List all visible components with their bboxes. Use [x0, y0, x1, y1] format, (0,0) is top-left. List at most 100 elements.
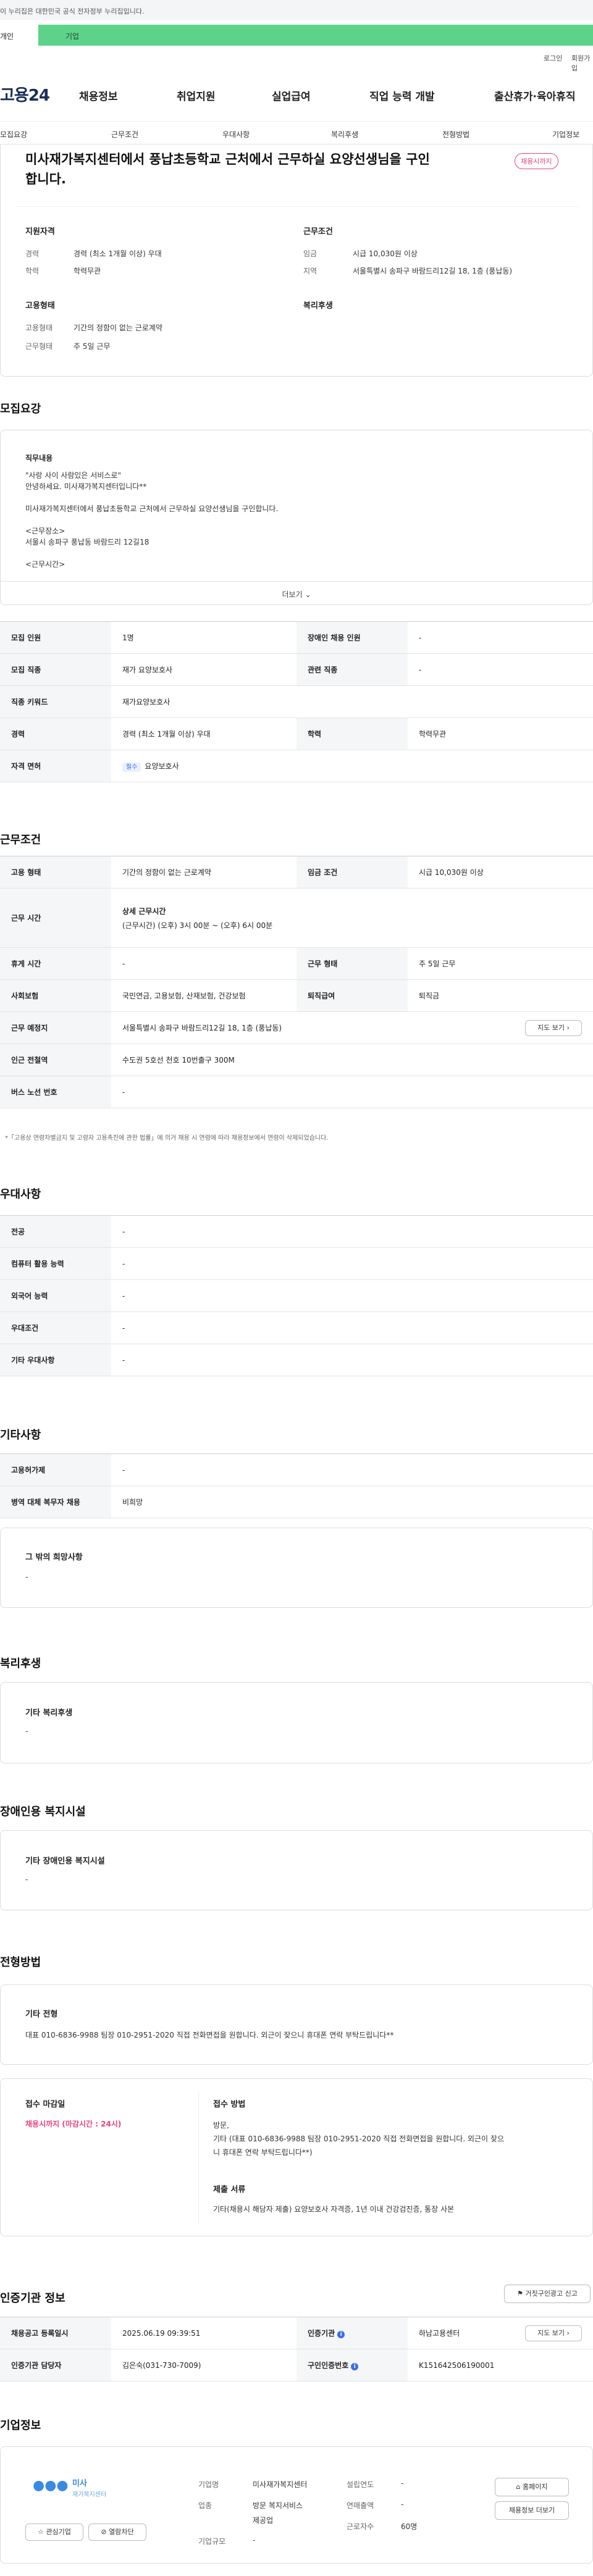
gnb-item-unemployment[interactable]: 실업급여 [272, 88, 311, 103]
chevron-right-icon: › [566, 1024, 570, 1032]
subnav-conditions[interactable]: 근무조건 [111, 129, 138, 140]
chevron-down-icon: ⌄ [305, 590, 311, 599]
home-icon: ⌂ [516, 2483, 521, 2491]
table-row: 기타 우대사항 - [0, 1344, 593, 1376]
region-label: 지역 [303, 267, 318, 275]
info-icon[interactable]: i [337, 2331, 345, 2338]
table-row: 외국어 능력 - [0, 1279, 593, 1312]
company-card: ●●● 미사 재가복지센터 ☆ 관심기업 ⊘ 열람차단 기업명 미사재가복지센터… [0, 2446, 593, 2564]
education-label: 학력 [25, 267, 40, 275]
duty-heading: 직무내용 [25, 454, 53, 462]
homepage-button[interactable]: ⌂ 홈페이지 [495, 2478, 569, 2496]
join-link[interactable]: 회원가입 [571, 53, 593, 73]
workform-label: 근무형태 [25, 342, 53, 351]
cert-map-button[interactable]: 지도 보기 › [525, 2325, 582, 2341]
section-subnav: 모집요강 근무조건 우대사항 복리후생 전형방법 기업정보 [0, 121, 593, 144]
company-name: 미사재가복지센터 [253, 2480, 308, 2489]
emptype-value: 기간의 정함이 없는 근로계약 [74, 324, 162, 332]
table-row: 전공 - [0, 1215, 593, 1248]
table-row: 고용 형태 기간의 정함이 없는 근로계약 임금 조건 시급 10,030원 이… [0, 856, 593, 889]
docs-heading: 제출 서류 [213, 2185, 246, 2194]
site-logo[interactable]: 고용24 [0, 83, 50, 106]
subnav-welfare[interactable]: 복리후생 [331, 129, 358, 140]
table-row: 채용공고 등록일시 2025.06.19 09:39:51 인증기관 i 하남고용… [0, 2317, 593, 2349]
gnb-item-training[interactable]: 직업 능력 개발 [369, 88, 435, 103]
career-label: 경력 [25, 249, 40, 258]
user-type-tabs: 개인 기업 [0, 25, 593, 46]
table-row: 우대조건 - [0, 1311, 593, 1344]
gnb-item-jobs[interactable]: 채용정보 [79, 88, 118, 103]
emptype-label: 고용형태 [25, 324, 53, 332]
deadline-heading: 접수 마감일 [25, 2100, 65, 2109]
login-link[interactable]: 로그인 [544, 53, 562, 63]
recruit-section-title: 모집요강 [0, 403, 41, 416]
table-row: 사회보험 국민연금, 고용보험, 산재보험, 건강보험 퇴직급여 퇴직금 [0, 979, 593, 1012]
deadline-value: 채용시까지 (마감시간 : 24시) [25, 2120, 122, 2128]
wage-value: 시급 10,030원 이상 [353, 249, 418, 258]
divider [15, 206, 579, 207]
more-button[interactable]: 더보기 ⌄ [1, 581, 592, 604]
cert-section-title: 인증기관 정보 [0, 2292, 65, 2305]
table-row: 경력 경력 (최소 1개월 이상) 우대 학력 학력무관 [0, 717, 593, 750]
table-row: 직종 키워드 재가요양보호사 [0, 685, 593, 718]
star-icon: ☆ [38, 2528, 44, 2536]
pref-table: 전공 - 컴퓨터 활용 능력 - 외국어 능력 - 우대조건 - 기타 우대사항 - [0, 1215, 593, 1376]
subnav-recruit[interactable]: 모집요강 [0, 129, 27, 140]
subnav-preference[interactable]: 우대사항 [222, 129, 250, 140]
recruit-table: 모집 인원 1명 장애인 채용 인원 - 모집 직종 재가 요양보호사 관련 직… [0, 621, 593, 782]
work-table: 고용 형태 기간의 정함이 없는 근로계약 임금 조건 시급 10,030원 이… [0, 856, 593, 1108]
disabled-card: 기타 장애인용 복지시설 - [0, 1830, 593, 1910]
work-section-title: 근무조건 [0, 834, 41, 847]
method-heading: 접수 방법 [213, 2100, 246, 2109]
table-row: 컴퓨터 활용 능력 - [0, 1247, 593, 1280]
docs-value: 기타(채용시 해당자 제출) 요양보호사 자격증, 1년 이내 건강검진증, 통… [213, 2205, 455, 2214]
workform-value: 주 5일 근무 [74, 342, 111, 351]
tab-company[interactable]: 기업 [38, 25, 593, 46]
etc-section-title: 기타사항 [0, 1429, 41, 1442]
people-icon: ●●● [33, 2478, 69, 2493]
pref-section-title: 우대사항 [0, 1188, 41, 1201]
duty-content: "사랑 사이 사람있은 서비스로" 안녕하세요. 미사재가복지센터입니다** 미… [25, 471, 279, 569]
job-title: 미사재가복지센터에서 풍납초등학교 근처에서 근무하실 요양선생님을 구인 합니… [25, 152, 430, 186]
etc-table: 고용허가제 - 병역 대체 복무자 채용 비희망 [0, 1453, 593, 1518]
chevron-right-icon: › [566, 2329, 570, 2337]
info-icon[interactable]: i [351, 2363, 359, 2370]
welfare-card: 기타 복리후생 - [0, 1682, 593, 1763]
table-row: 근무 예정지 서울특별시 송파구 바람드리12길 18, 1층 (풍납동) 지도… [0, 1011, 593, 1044]
table-row: 병역 대체 복무자 채용 비희망 [0, 1486, 593, 1518]
subnav-company[interactable]: 기업정보 [552, 129, 579, 140]
report-button[interactable]: ⚑ 거짓구인광고 신고 [504, 2285, 591, 2303]
welfare-section-title: 복리후생 [0, 1657, 41, 1670]
method-value: 방문, 기타 (대표 010-6836-9988 팀장 010-2951-202… [213, 2121, 504, 2157]
wage-label: 임금 [303, 249, 318, 258]
age-note: *「고용상 연령차별금지 및 고령자 고용촉진에 관한 법률」에 의거 채용 시… [5, 1135, 329, 1142]
duty-card: 직무내용 "사랑 사이 사람있은 서비스로" 안녕하세요. 미사재가복지센터입니… [0, 430, 593, 605]
divider [198, 2091, 199, 2225]
eye-off-icon: ⊘ [101, 2528, 107, 2536]
table-row: 모집 직종 재가 요양보호사 관련 직종 - [0, 653, 593, 686]
subnav-screening[interactable]: 전형방법 [442, 129, 469, 140]
table-row: 인증기관 담당자 김은숙(031-730-7009) 구인인증번호 i K1516… [0, 2349, 593, 2382]
favorite-button[interactable]: ☆ 관심기업 [25, 2524, 83, 2541]
job-summary-card: 미사재가복지센터에서 풍납초등학교 근처에서 근무하실 요양선생님을 구인 합니… [0, 144, 593, 377]
welfare-heading: 복리후생 [303, 301, 333, 311]
more-jobs-button[interactable]: 채용정보 더보기 [495, 2501, 569, 2520]
gnb-item-leave[interactable]: 출산휴가·육아휴직 [494, 88, 576, 103]
gov-banner: 이 누리집은 대한민국 공식 전자정부 누리집입니다. [0, 0, 593, 20]
gnb-item-employment[interactable]: 취업지원 [177, 88, 216, 103]
table-row: 모집 인원 1명 장애인 채용 인원 - [0, 621, 593, 654]
tab-personal[interactable]: 개인 [0, 25, 37, 46]
block-button[interactable]: ⊘ 열람차단 [88, 2524, 146, 2541]
map-button[interactable]: 지도 보기 › [525, 1020, 582, 1036]
table-row: 근무 시간 상세 근무시간 (근무시간) (오후) 3시 00분 ~ (오후) … [0, 888, 593, 948]
cert-table: 채용공고 등록일시 2025.06.19 09:39:51 인증기관 i 하남고용… [0, 2317, 593, 2382]
company-section-title: 기업정보 [0, 2419, 41, 2432]
qualification-heading: 지원자격 [25, 227, 55, 236]
screen-section-title: 전형방법 [0, 1956, 41, 1969]
screen-etc-card: 기타 전형 대표 010-6836-9988 팀장 010-2951-2020 … [0, 1984, 593, 2065]
table-row: 휴게 시간 - 근무 형태 주 5일 근무 [0, 947, 593, 980]
table-row: 인근 전철역 수도권 5호선 천호 10번출구 300M [0, 1043, 593, 1076]
education-value: 학력무관 [74, 267, 101, 275]
deadline-badge: 채용시까지 [515, 153, 558, 169]
screen-detail-card: 접수 마감일 채용시까지 (마감시간 : 24시) 접수 방법 방문, 기타 (… [0, 2078, 593, 2236]
